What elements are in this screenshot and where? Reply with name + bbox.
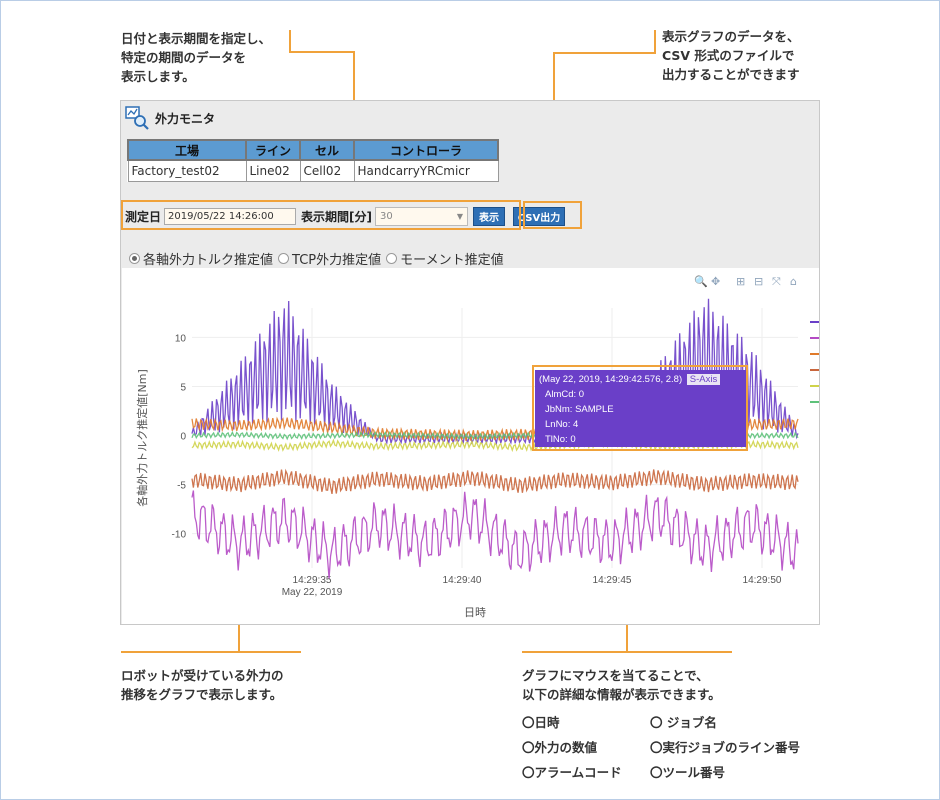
series-line-4 [191, 468, 799, 495]
legend-swatch-3 [810, 353, 819, 355]
legend-swatch-5 [810, 385, 819, 387]
connector-mouse-h [522, 651, 732, 653]
monitor-search-icon [125, 106, 149, 130]
window-title: 外力モニタ [155, 111, 216, 126]
y-axis-title: 各軸外力トルク推定値[Nm] [135, 369, 149, 507]
legend-swatch-4 [810, 369, 819, 371]
x-tick-label: 14:29:35 [293, 575, 332, 586]
app-panel: 外力モニタ 工場 ライン セル コントローラ Factory_test02 Li… [120, 100, 820, 625]
y-tick-label: -5 [177, 481, 186, 492]
connector-csv-h [553, 52, 656, 54]
info-item-job-name: 〇 ジョブ名 [650, 715, 717, 730]
connector-csv-v1 [654, 30, 656, 54]
x-tick-label: 14:29:40 [443, 575, 482, 586]
x-tick-label: 14:29:50 [743, 575, 782, 586]
cell-controller: HandcarryYRCmicr [353, 159, 499, 182]
table-row: Factory_test02 Line02 Cell02 HandcarryYR… [127, 159, 499, 182]
window-header: 外力モニタ [125, 105, 215, 131]
cell-cell: Cell02 [299, 159, 355, 182]
x-tick-sublabel: May 22, 2019 [282, 587, 343, 598]
info-item-tool-number: 〇ツール番号 [650, 765, 726, 780]
col-controller: コントローラ [353, 139, 499, 161]
cell-factory: Factory_test02 [127, 159, 247, 182]
info-item-datetime: 〇日時 [522, 715, 560, 730]
highlight-tooltip [532, 365, 748, 451]
info-item-alarm-code: 〇アラームコード [522, 765, 622, 780]
legend-swatch-1 [810, 321, 819, 323]
connector-date-h [289, 51, 355, 53]
x-tick-label: 14:29:45 [593, 575, 632, 586]
mode-radio-group: 各軸外力トルク推定値 TCP外力推定値 モーメント推定値 [127, 249, 504, 268]
y-tick-label: 0 [180, 432, 186, 443]
info-table: 工場 ライン セル コントローラ Factory_test02 Line02 C… [127, 139, 499, 182]
callout-mouse: グラフにマウスを当てることで、 以下の詳細な情報が表示できます。 [522, 668, 721, 702]
radio-moment[interactable] [386, 253, 398, 264]
col-factory: 工場 [127, 139, 247, 161]
col-cell: セル [299, 139, 355, 161]
series-line-2 [191, 490, 799, 579]
radio-axis-torque[interactable] [129, 253, 140, 264]
connector-graph-h [121, 651, 301, 653]
info-items: 〇日時 〇 ジョブ名 〇外力の数値 〇実行ジョブのライン番号 〇アラームコード … [522, 712, 842, 781]
radio-moment-label: モーメント推定値 [400, 253, 504, 268]
y-tick-label: 5 [180, 382, 186, 393]
legend-swatch-2 [810, 337, 819, 339]
connector-date-v1 [289, 30, 291, 53]
info-item-line-number: 〇実行ジョブのライン番号 [650, 740, 801, 755]
radio-tcp-force[interactable] [278, 253, 290, 264]
x-axis-title: 日時 [464, 606, 486, 619]
radio-axis-torque-label: 各軸外力トルク推定値 [143, 253, 274, 268]
highlight-csv-button [523, 201, 582, 229]
info-item-force-value: 〇外力の数値 [522, 740, 598, 755]
radio-tcp-force-label: TCP外力推定値 [292, 253, 382, 268]
callout-csv: 表示グラフのデータを、 CSV 形式のファイルで 出力することができます [662, 29, 800, 82]
callout-date-period: 日付と表示期間を指定し、 特定の期間のデータを 表示します。 [121, 31, 272, 84]
highlight-date-controls [121, 200, 521, 230]
info-table-header: 工場 ライン セル コントローラ [127, 139, 499, 161]
callout-graph: ロボットが受けている外力の 推移をグラフで表示します。 [121, 668, 284, 702]
y-tick-label: -10 [172, 530, 187, 541]
legend-swatch-6 [810, 401, 819, 403]
col-line: ライン [245, 139, 301, 161]
cell-line: Line02 [245, 159, 301, 182]
y-tick-label: 10 [175, 333, 187, 344]
